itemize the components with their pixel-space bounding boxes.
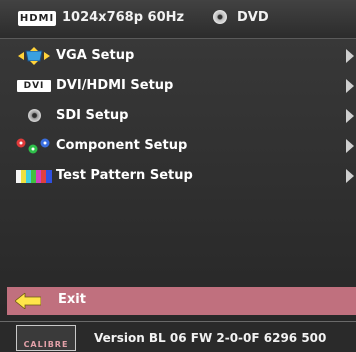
source-label: DVD <box>237 10 269 25</box>
resolution-readout: 1024x768p 60Hz <box>62 10 185 25</box>
vga-connector-icon <box>18 47 50 65</box>
chevron-right-icon <box>346 109 354 123</box>
menu-item-test-pattern-setup[interactable]: Test Pattern Setup <box>0 161 356 191</box>
osd-menu-window: HDMI 1024x768p 60Hz DVD VGA Setup DVI DV… <box>0 0 356 352</box>
chevron-right-icon <box>346 79 354 93</box>
chevron-right-icon <box>346 169 354 183</box>
chevron-right-icon <box>346 49 354 63</box>
menu-item-label: SDI Setup <box>56 108 129 123</box>
menu-item-label: DVI/HDMI Setup <box>56 78 174 93</box>
component-rgb-icon <box>16 138 50 154</box>
firmware-version: Version BL 06 FW 2-0-0F 6296 500 <box>94 331 327 345</box>
menu-item-label: VGA Setup <box>56 48 135 63</box>
sdi-connector-icon <box>28 109 41 122</box>
menu-item-sdi-setup[interactable]: SDI Setup <box>0 101 356 131</box>
dvi-icon: DVI <box>17 80 51 92</box>
chevron-right-icon <box>346 139 354 153</box>
exit-button[interactable]: Exit <box>7 287 356 315</box>
menu-item-component-setup[interactable]: Component Setup <box>0 131 356 161</box>
footer-bar: CALIBRE Version BL 06 FW 2-0-0F 6296 500 <box>0 321 356 352</box>
hdmi-logo-icon: HDMI <box>18 11 56 26</box>
exit-label: Exit <box>58 292 86 307</box>
test-pattern-icon <box>16 170 52 183</box>
menu-item-label: Test Pattern Setup <box>56 168 193 183</box>
menu-item-label: Component Setup <box>56 138 188 153</box>
status-header: HDMI 1024x768p 60Hz DVD <box>0 0 356 39</box>
menu-item-dvi-hdmi-setup[interactable]: DVI DVI/HDMI Setup <box>0 71 356 101</box>
calibre-logo: CALIBRE <box>16 325 76 351</box>
disc-icon <box>213 10 227 24</box>
brand-name: CALIBRE <box>23 340 69 349</box>
menu-item-vga-setup[interactable]: VGA Setup <box>0 41 356 71</box>
back-arrow-icon <box>15 293 41 309</box>
